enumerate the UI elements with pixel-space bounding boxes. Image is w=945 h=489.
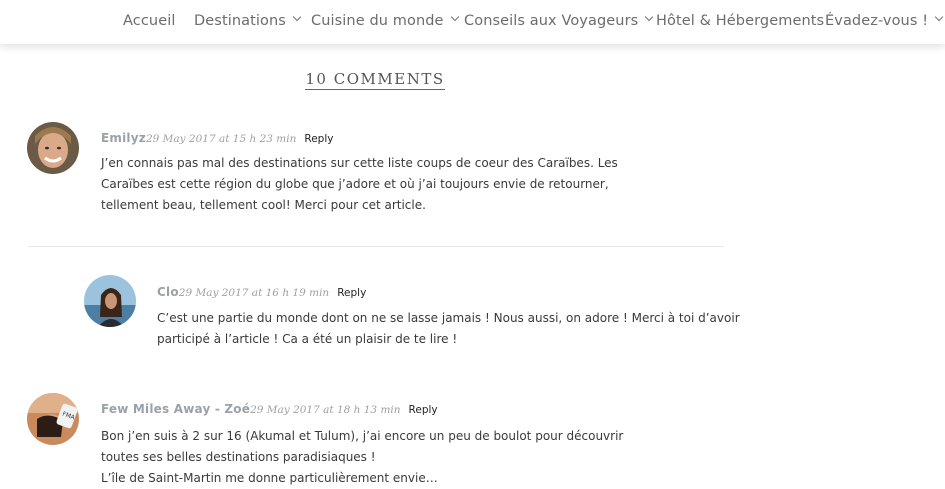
comment-date[interactable]: 29 May 2017 at 16 h 19 min [179,287,329,299]
comment-line: L’île de Saint-Martin me donne particuli… [101,471,438,485]
comment-author[interactable]: Emilyz [101,131,146,145]
chevron-down-icon [450,12,459,22]
nav-item-label: Accueil [123,13,176,29]
avatar [84,275,136,327]
comment-body: Bon j’en suis à 2 sur 16 (Akumal et Tulu… [101,426,623,489]
chevron-down-icon [934,12,944,22]
main-navigation: Accueil Destinations Cuisine du monde Co… [0,0,945,44]
comment-date[interactable]: 29 May 2017 at 18 h 13 min [250,404,400,416]
comment-author[interactable]: Few Miles Away - Zoé [101,402,250,416]
comment-line: J’en connais pas mal des destinations su… [101,156,618,170]
nav-item-accueil[interactable]: Accueil [123,13,175,29]
comment-body: C’est une partie du monde dont on ne se … [157,308,740,350]
comment-line: C’est une partie du monde dont on ne se … [157,311,740,325]
comment-line: tellement beau, tellement cool! Merci po… [101,198,426,212]
comment-date[interactable]: 29 May 2017 at 15 h 23 min [146,133,296,145]
chevron-down-icon [292,12,302,22]
comment-line: Caraïbes est cette région du globe que j… [101,177,609,191]
nav-item-label: Conseils aux Voyageurs [464,13,639,29]
nav-item-conseils-aux-voyageurs[interactable]: Conseils aux Voyageurs [464,12,654,29]
avatar [27,122,79,174]
comment-line: toutes ses belles destinations paradisia… [101,450,376,464]
comment-body: J’en connais pas mal des destinations su… [101,153,618,216]
comment-divider [28,246,724,247]
reply-link[interactable]: Reply [409,404,438,416]
comment-line: Bon j’en suis à 2 sur 16 (Akumal et Tulu… [101,429,624,443]
nav-item-label: Cuisine du monde [311,13,444,29]
comment-author[interactable]: Clo [157,285,179,299]
comments-count-title: 10 COMMENTS [305,70,445,90]
comments-heading: 10 COMMENTS [0,70,750,90]
nav-item-label: Destinations [194,13,286,29]
nav-item-destinations[interactable]: Destinations [194,12,302,29]
comment-meta: Few Miles Away - Zoé29 May 2017 at 18 h … [101,398,438,417]
nav-item-label: Hôtel & Hébergements [656,13,825,29]
nav-item-cuisine-du-monde[interactable]: Cuisine du monde [311,12,459,29]
avatar: FMA [27,393,79,445]
nav-item-label: Évadez-vous ! [825,13,929,29]
comment-meta: Emilyz29 May 2017 at 15 h 23 min Reply [101,127,333,146]
nav-item-evadez-vous[interactable]: Évadez-vous ! [825,12,944,29]
chevron-down-icon [645,12,654,22]
comment-meta: Clo29 May 2017 at 16 h 19 min Reply [157,281,366,300]
reply-link[interactable]: Reply [337,287,366,299]
reply-link[interactable]: Reply [304,133,333,145]
comment-line: participé à l’article ! Ca a été un plai… [157,332,458,346]
nav-item-hotel-hebergements[interactable]: Hôtel & Hébergements [656,13,824,29]
